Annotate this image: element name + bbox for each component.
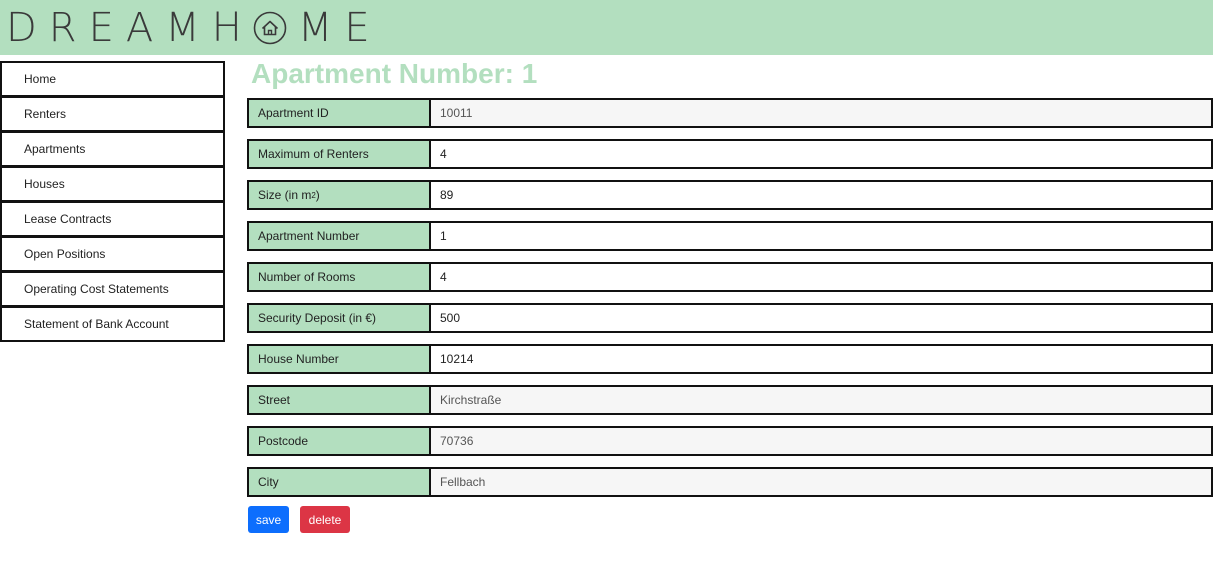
field-row-house-number: House Number 10214 [247,344,1213,374]
street-field[interactable]: Kirchstraße [431,385,1213,415]
field-label: House Number [247,344,431,374]
size-label-suffix: ) [315,188,320,202]
house-in-circle-icon [252,10,288,46]
logo-text-left: DREAMH [6,5,254,51]
save-button[interactable]: save [248,506,289,533]
field-row-postcode: Postcode 70736 [247,426,1213,456]
field-row-city: City Fellbach [247,467,1213,497]
field-row-street: Street Kirchstraße [247,385,1213,415]
field-row-size: Size (in m 2) 89 [247,180,1213,210]
field-label: Security Deposit (in €) [247,303,431,333]
field-label: Street [247,385,431,415]
size-label-text: Size (in m [258,188,312,202]
sidebar-item-houses[interactable]: Houses [0,166,225,202]
sidebar-item-open-positions[interactable]: Open Positions [0,236,225,272]
field-row-maximum-of-renters: Maximum of Renters 4 [247,139,1213,169]
field-label: Postcode [247,426,431,456]
sidebar-item-operating-cost-statements[interactable]: Operating Cost Statements [0,271,225,307]
field-row-apartment-number: Apartment Number 1 [247,221,1213,251]
apartment-id-field[interactable]: 10011 [431,98,1213,128]
sidebar-item-lease-contracts[interactable]: Lease Contracts [0,201,225,237]
sidebar-nav: Home Renters Apartments Houses Lease Con… [0,61,225,342]
sidebar-item-apartments[interactable]: Apartments [0,131,225,167]
field-label: Size (in m 2) [247,180,431,210]
field-label: Apartment Number [247,221,431,251]
field-label: City [247,467,431,497]
apartment-form: Apartment ID 10011 Maximum of Renters 4 … [247,98,1213,508]
field-label: Maximum of Renters [247,139,431,169]
security-deposit-field[interactable]: 500 [431,303,1213,333]
field-label: Apartment ID [247,98,431,128]
field-row-security-deposit: Security Deposit (in €) 500 [247,303,1213,333]
field-row-number-of-rooms: Number of Rooms 4 [247,262,1213,292]
logo[interactable]: DREAMH ME [6,3,382,53]
sidebar-item-statement-of-bank-account[interactable]: Statement of Bank Account [0,306,225,342]
house-number-field[interactable]: 10214 [431,344,1213,374]
delete-button[interactable]: delete [300,506,350,533]
page-title: Apartment Number: 1 [251,58,538,89]
sidebar-item-renters[interactable]: Renters [0,96,225,132]
logo-text-right: ME [297,5,382,51]
header-bar: DREAMH ME [0,0,1213,55]
size-field[interactable]: 89 [431,180,1213,210]
apartment-number-field[interactable]: 1 [431,221,1213,251]
postcode-field[interactable]: 70736 [431,426,1213,456]
maximum-of-renters-field[interactable]: 4 [431,139,1213,169]
city-field[interactable]: Fellbach [431,467,1213,497]
field-label: Number of Rooms [247,262,431,292]
number-of-rooms-field[interactable]: 4 [431,262,1213,292]
field-row-apartment-id: Apartment ID 10011 [247,98,1213,128]
sidebar-item-home[interactable]: Home [0,61,225,97]
